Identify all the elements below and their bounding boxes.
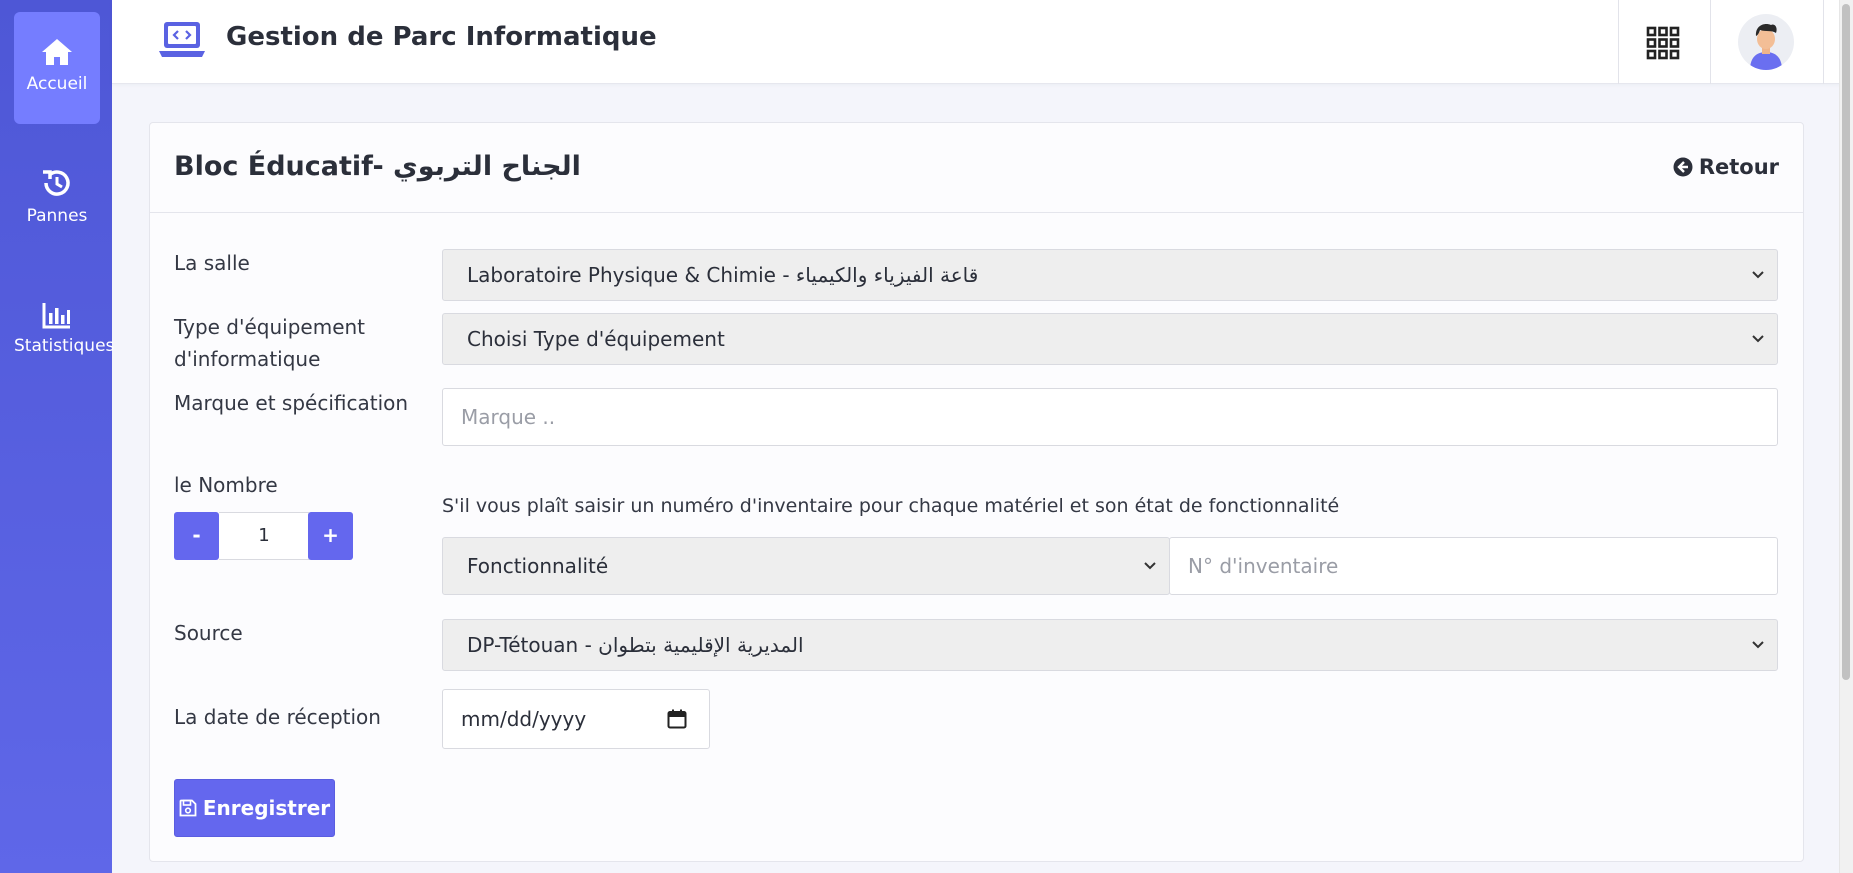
form-card: Bloc Éducatif- الجناح التربوي Retour La …	[149, 122, 1804, 862]
save-button[interactable]: Enregistrer	[174, 779, 335, 837]
bar-chart-icon	[42, 303, 70, 329]
header-divider	[1618, 0, 1619, 84]
inventory-hint: S'il vous plaît saisir un numéro d'inven…	[442, 495, 1340, 517]
floppy-disk-icon	[179, 799, 197, 817]
reception-date-input[interactable]: mm/dd/yyyy	[442, 689, 710, 749]
page-scrollbar[interactable]	[1839, 0, 1853, 873]
history-icon	[43, 170, 70, 196]
source-select[interactable]: DP-Tétouan - المديرية الإقليمية بتطوان	[442, 619, 1778, 671]
sidebar-item-accueil[interactable]: Accueil	[14, 12, 100, 124]
salle-select[interactable]: Laboratoire Physique & Chimie - قاعة الف…	[442, 249, 1778, 301]
type-label: Type d'équipement d'informatique	[174, 315, 366, 371]
save-label: Enregistrer	[202, 796, 331, 820]
source-selected-value: DP-Tétouan - المديرية الإقليمية بتطوان	[467, 633, 804, 657]
header-divider	[1823, 0, 1824, 84]
sidebar-item-pannes[interactable]: Pannes	[14, 144, 100, 256]
type-selected-value: Choisi Type d'équipement	[467, 327, 725, 351]
marque-label: Marque et spécification	[174, 391, 409, 415]
apps-grid-icon[interactable]	[1646, 26, 1680, 60]
date-placeholder: mm/dd/yyyy	[461, 707, 587, 731]
back-button[interactable]: Retour	[1673, 155, 1779, 179]
chevron-down-icon	[1144, 562, 1156, 570]
scrollbar-thumb[interactable]	[1842, 4, 1850, 680]
header-divider	[1710, 0, 1711, 84]
page-title: Bloc Éducatif- الجناح التربوي	[174, 151, 581, 182]
type-select[interactable]: Choisi Type d'équipement	[442, 313, 1778, 365]
inventory-number-input[interactable]: N° d'inventaire	[1169, 537, 1778, 595]
decrement-button[interactable]: -	[174, 512, 219, 560]
marque-placeholder: Marque ..	[461, 405, 556, 429]
top-header: Gestion de Parc Informatique	[112, 0, 1853, 84]
nombre-label: le Nombre	[174, 473, 278, 497]
back-label: Retour	[1698, 155, 1779, 179]
calendar-icon[interactable]	[667, 709, 687, 729]
sidebar-item-label: Accueil	[26, 74, 88, 94]
arrow-circle-left-icon	[1673, 157, 1693, 177]
salle-label: La salle	[174, 251, 250, 275]
source-label: Source	[174, 621, 243, 645]
increment-button[interactable]: +	[308, 512, 353, 560]
salle-selected-value: Laboratoire Physique & Chimie - قاعة الف…	[467, 263, 979, 287]
app-title: Gestion de Parc Informatique	[226, 22, 657, 52]
home-icon	[42, 39, 72, 65]
sidebar-item-label: Statistiques	[14, 336, 115, 356]
laptop-code-icon	[159, 22, 205, 57]
quantity-stepper[interactable]: 1	[219, 512, 309, 560]
marque-input[interactable]: Marque ..	[442, 388, 1778, 446]
date-label: La date de réception	[174, 705, 381, 729]
chevron-down-icon	[1752, 641, 1764, 649]
card-header: Bloc Éducatif- الجناح التربوي Retour	[150, 123, 1803, 213]
sidebar-item-statistiques[interactable]: Statistiques	[14, 276, 115, 388]
fonctionnalite-select[interactable]: Fonctionnalité	[442, 537, 1170, 595]
fonctionnalite-selected-value: Fonctionnalité	[467, 554, 609, 578]
sidebar: Accueil Pannes Statistiques	[0, 0, 115, 873]
chevron-down-icon	[1752, 271, 1764, 279]
avatar[interactable]	[1738, 14, 1794, 70]
chevron-down-icon	[1752, 335, 1764, 343]
inventory-placeholder: N° d'inventaire	[1188, 554, 1339, 578]
sidebar-item-label: Pannes	[26, 206, 88, 226]
